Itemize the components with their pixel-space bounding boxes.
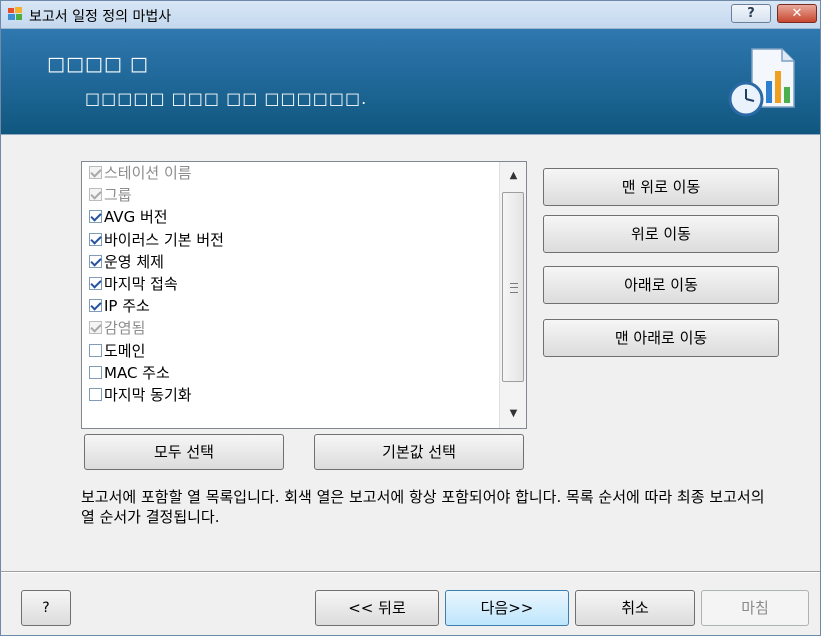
column-list-item[interactable]: MAC 주소 (82, 362, 500, 384)
column-checkbox[interactable] (89, 387, 102, 401)
column-checkbox[interactable] (89, 210, 102, 224)
report-schedule-icon (728, 48, 795, 117)
column-label: 마지막 접속 (104, 274, 178, 293)
column-list-item[interactable]: 스테이션 이름 (82, 162, 500, 184)
column-label: 도메인 (104, 341, 146, 360)
select-default-button[interactable]: 기본값 선택 (314, 434, 524, 470)
column-list-item[interactable]: 감염됨 (82, 317, 500, 339)
column-label: 운영 체제 (104, 252, 164, 271)
header-title: □□□□ □ (47, 53, 149, 75)
wizard-window: 보고서 일정 정의 마법사 ? ✕ □□□□ □ □□□□□ □□□ □□ □□… (0, 0, 821, 636)
column-list-item[interactable]: 마지막 접속 (82, 273, 500, 295)
column-label: AVG 버전 (104, 208, 168, 227)
column-label: 감염됨 (104, 319, 146, 338)
column-label: 바이러스 기본 버전 (104, 230, 224, 249)
column-list-description: 보고서에 포함할 열 목록입니다. 회색 열은 보고서에 항상 포함되어야 합니… (81, 488, 765, 526)
window-title: 보고서 일정 정의 마법사 (29, 9, 172, 25)
column-list-item[interactable]: 바이러스 기본 버전 (82, 229, 500, 251)
cancel-button[interactable]: 취소 (575, 590, 695, 626)
column-listbox[interactable]: 스테이션 이름그룹 AVG 버전바이러스 기본 버전운영 체제마지막 접속 IP 주… (81, 161, 527, 429)
column-checkbox[interactable] (89, 299, 102, 313)
column-label: 그룹 (104, 186, 132, 205)
column-list-item[interactable]: IP 주소 (82, 295, 500, 317)
column-checkbox[interactable] (89, 232, 102, 246)
column-label: IP 주소 (104, 297, 150, 316)
select-all-button[interactable]: 모두 선택 (84, 434, 284, 470)
titlebar-close-button[interactable]: ✕ (777, 4, 817, 23)
title-bar[interactable]: 보고서 일정 정의 마법사 ? ✕ (1, 1, 820, 29)
column-checkbox (89, 166, 102, 179)
scroll-grip-icon (510, 283, 518, 293)
scroll-down-arrow-icon[interactable]: ▼ (500, 403, 526, 425)
move-to-bottom-button[interactable]: 맨 아래로 이동 (543, 319, 779, 357)
column-checkbox[interactable] (89, 276, 102, 290)
move-down-button[interactable]: 아래로 이동 (543, 266, 779, 304)
column-label: MAC 주소 (104, 363, 170, 382)
column-list-item[interactable]: 도메인 (82, 340, 500, 362)
next-button[interactable]: 다음>> (445, 590, 569, 626)
column-label: 스테이션 이름 (104, 164, 192, 182)
column-list-item[interactable]: AVG 버전 (82, 206, 500, 228)
column-checkbox[interactable] (89, 254, 102, 268)
avg-logo-icon (8, 7, 22, 20)
scroll-thumb[interactable] (502, 192, 524, 382)
footer-divider-highlight (1, 572, 820, 573)
header-subtitle: □□□□□ □□□ □□ □□□□□□. (85, 89, 368, 108)
header-divider (1, 134, 820, 135)
move-up-button[interactable]: 위로 이동 (543, 215, 779, 253)
move-to-top-button[interactable]: 맨 위로 이동 (543, 168, 779, 206)
column-list-item[interactable]: 마지막 동기화 (82, 384, 500, 406)
listbox-scrollbar[interactable]: ▲ ▼ (499, 162, 526, 428)
column-list: 스테이션 이름그룹 AVG 버전바이러스 기본 버전운영 체제마지막 접속 IP 주… (82, 162, 500, 406)
column-checkbox (89, 321, 102, 335)
back-button[interactable]: << 뒤로 (315, 590, 439, 626)
wizard-header: □□□□ □ □□□□□ □□□ □□ □□□□□□. (1, 29, 820, 134)
column-list-item[interactable]: 운영 체제 (82, 251, 500, 273)
column-label: 마지막 동기화 (104, 385, 192, 404)
scroll-up-arrow-icon[interactable]: ▲ (500, 165, 526, 187)
help-button[interactable]: ? (21, 590, 71, 626)
column-checkbox[interactable] (89, 365, 102, 379)
finish-button: 마침 (701, 590, 809, 626)
titlebar-help-button[interactable]: ? (731, 4, 771, 23)
column-checkbox (89, 188, 102, 202)
column-checkbox[interactable] (89, 343, 102, 357)
column-list-item[interactable]: 그룹 (82, 184, 500, 206)
